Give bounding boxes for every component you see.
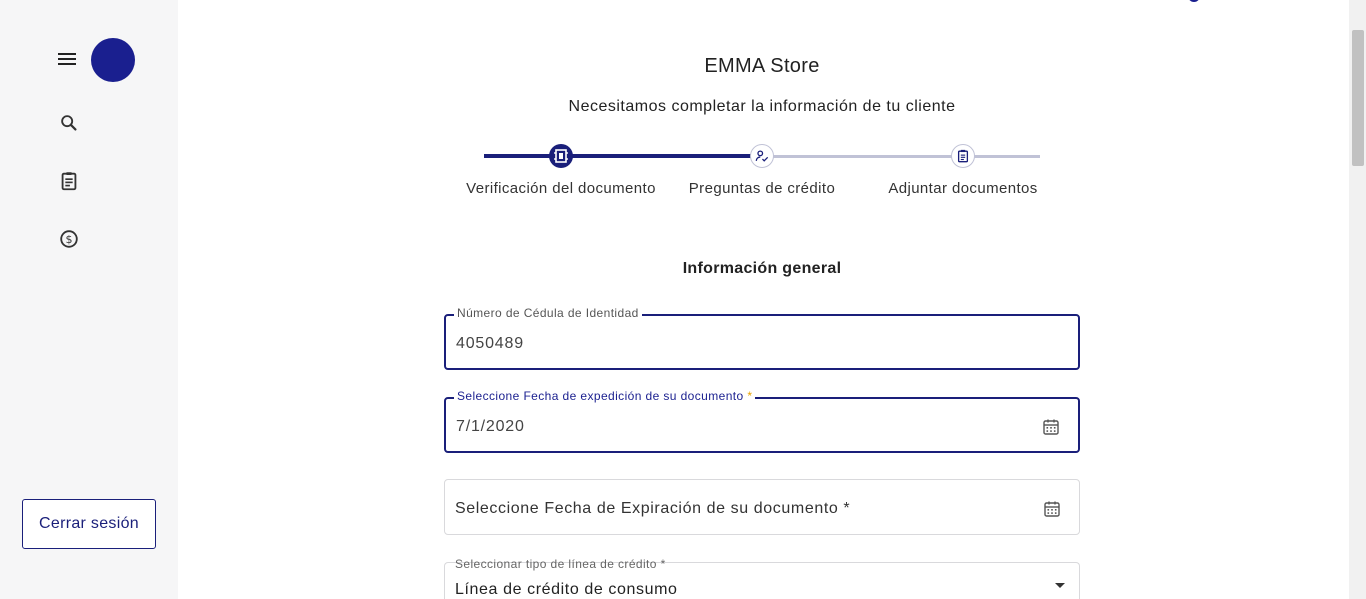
issue-date-label: Seleccione Fecha de expedición de su doc…	[454, 389, 756, 403]
issue-date-field[interactable]: Seleccione Fecha de expedición de su doc…	[444, 389, 1080, 453]
dollar-icon[interactable]: $	[58, 228, 80, 250]
issue-date-value[interactable]: 7/1/2020	[456, 418, 525, 436]
expiry-date-field[interactable]: Seleccione Fecha de Expiración de su doc…	[444, 479, 1080, 535]
section-title: Información general	[682, 260, 842, 277]
credit-line-label: Seleccionar tipo de línea de crédito *	[455, 557, 666, 571]
required-mark: *	[747, 389, 753, 403]
chevron-down-icon[interactable]	[1055, 583, 1065, 588]
cedula-label: Número de Cédula de Identidad	[454, 306, 642, 320]
stepper-track-complete	[484, 154, 762, 158]
step-document-icon[interactable]	[549, 144, 573, 168]
step-attach-icon[interactable]	[951, 144, 975, 168]
scrollbar[interactable]	[1349, 0, 1366, 599]
expiry-date-placeholder: Seleccione Fecha de Expiración de su doc…	[455, 500, 851, 517]
cedula-field[interactable]: Número de Cédula de Identidad 4050489	[444, 306, 1080, 370]
step-label-credit: Preguntas de crédito	[688, 180, 836, 197]
step-credit-icon[interactable]	[750, 144, 774, 168]
step-label-document: Verificación del documento	[466, 180, 656, 197]
stepper: Verificación del documento Preguntas de …	[0, 0, 1366, 200]
calendar-icon[interactable]	[1043, 500, 1061, 518]
cedula-value[interactable]: 4050489	[456, 335, 524, 353]
svg-text:$: $	[66, 233, 73, 246]
logout-button[interactable]: Cerrar sesión	[22, 499, 156, 549]
stepper-track-pending	[762, 155, 1040, 158]
credit-line-value[interactable]: Línea de crédito de consumo	[455, 581, 678, 599]
step-label-attach: Adjuntar documentos	[888, 180, 1038, 197]
calendar-icon[interactable]	[1042, 418, 1060, 436]
scrollbar-thumb[interactable]	[1352, 30, 1364, 166]
